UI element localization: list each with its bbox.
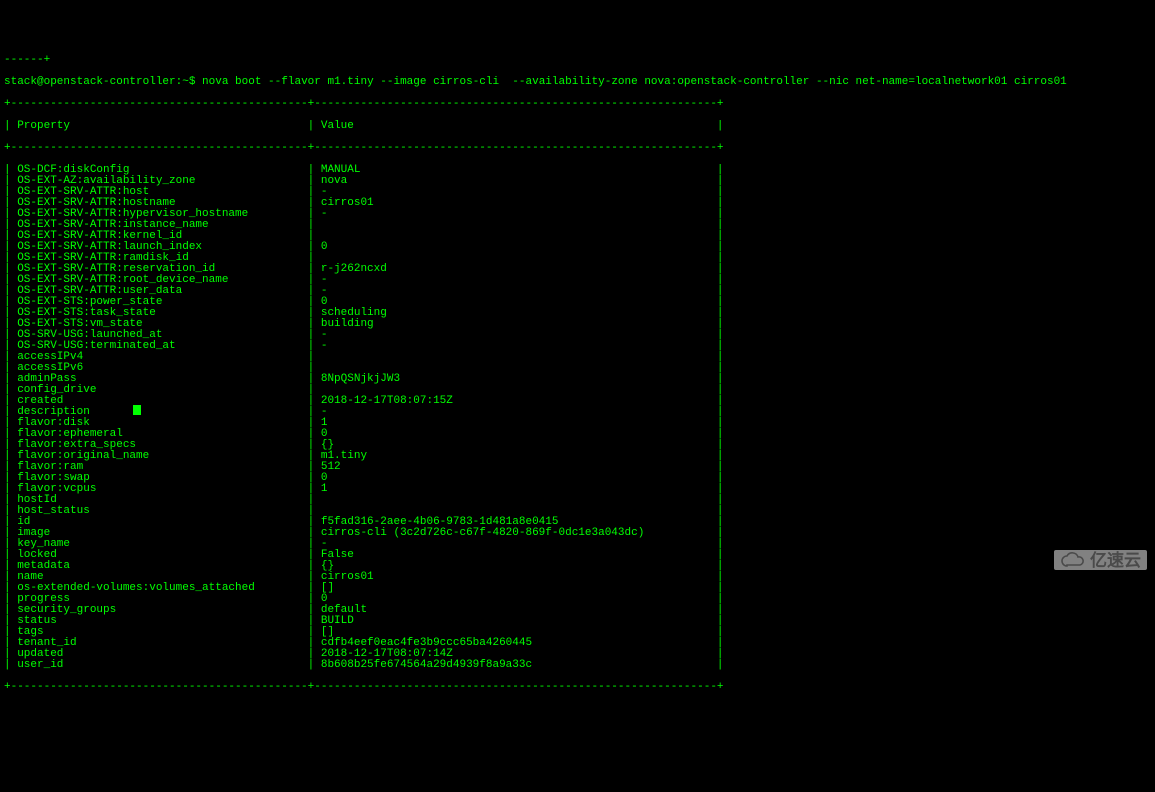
table-row: | updated | 2018-12-17T08:07:14Z | [4, 649, 1151, 660]
cloud-icon [1060, 552, 1086, 568]
terminal-cursor-icon [133, 405, 141, 415]
command-line: stack@openstack-controller:~$ nova boot … [4, 77, 1151, 88]
table-border-header: +---------------------------------------… [4, 143, 1151, 154]
table-border-top: +---------------------------------------… [4, 99, 1151, 110]
table-body: | OS-DCF:diskConfig | MANUAL || OS-EXT-A… [4, 165, 1151, 671]
dash-line: ------+ [4, 55, 1151, 66]
table-row: | os-extended-volumes:volumes_attached |… [4, 583, 1151, 594]
table-header-row: | Property | Value | [4, 121, 1151, 132]
table-row: | user_id | 8b608b25fe674564a29d4939f8a9… [4, 660, 1151, 671]
watermark-text: 亿速云 [1090, 555, 1141, 566]
table-border-bottom: +---------------------------------------… [4, 682, 1151, 693]
table-row: | name | cirros01 | [4, 572, 1151, 583]
table-row: | tags | [] | [4, 627, 1151, 638]
watermark: 亿速云 [1054, 550, 1147, 570]
shell-command: nova boot --flavor m1.tiny --image cirro… [202, 76, 1067, 88]
shell-prompt: stack@openstack-controller:~$ [4, 76, 202, 88]
table-row: | security_groups | default | [4, 605, 1151, 616]
terminal[interactable]: ------+ stack@openstack-controller:~$ no… [0, 44, 1155, 704]
table-row: | tenant_id | cdfb4eef0eac4fe3b9ccc65ba4… [4, 638, 1151, 649]
table-row: | status | BUILD | [4, 616, 1151, 627]
table-row: | progress | 0 | [4, 594, 1151, 605]
